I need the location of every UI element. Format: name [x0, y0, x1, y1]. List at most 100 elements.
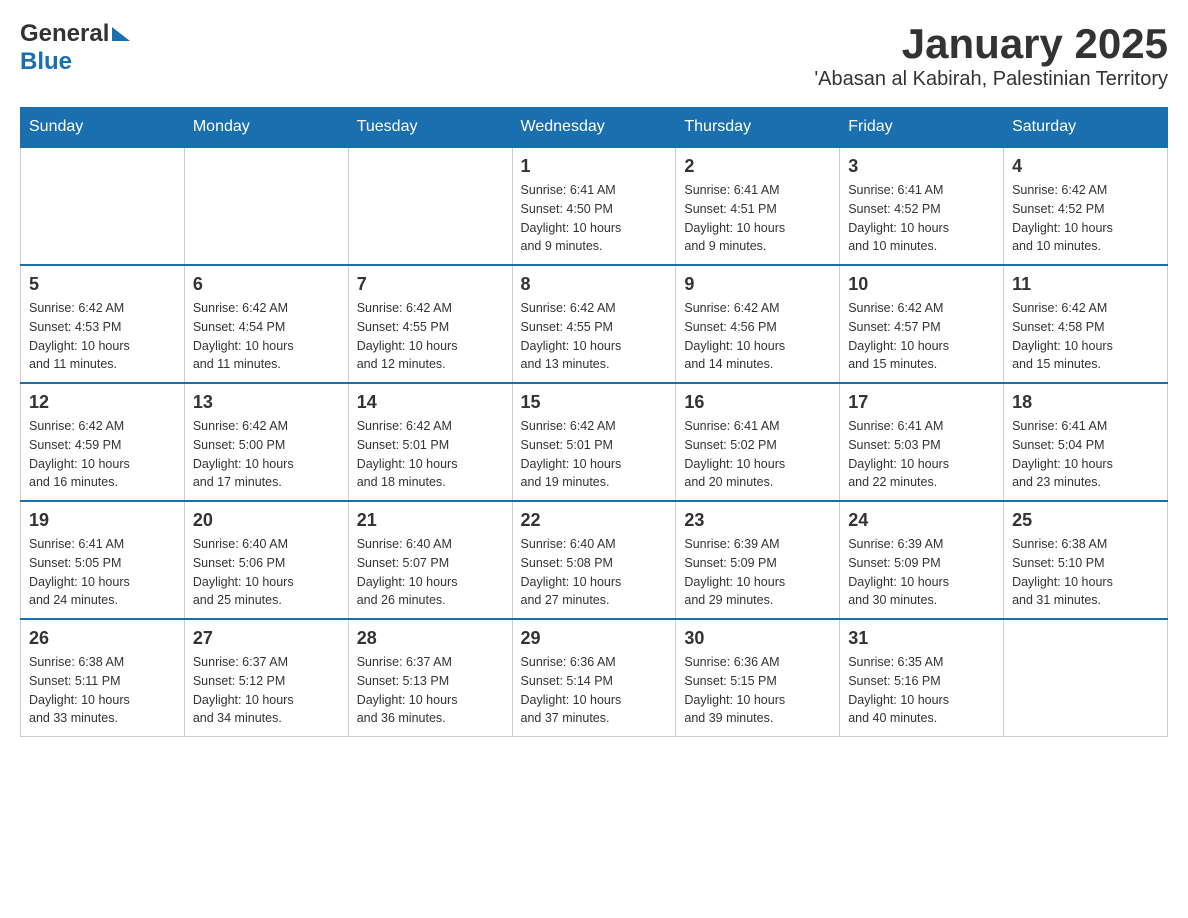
calendar-cell: 20 Sunrise: 6:40 AM Sunset: 5:06 PM Dayli…	[184, 501, 348, 619]
day-info: Sunrise: 6:39 AM Sunset: 5:09 PM Dayligh…	[848, 535, 995, 610]
logo-blue-text: Blue	[20, 48, 72, 75]
day-number: 23	[684, 510, 831, 531]
calendar-cell: 19Sunrise: 6:41 AM Sunset: 5:05 PM Dayli…	[21, 501, 185, 619]
calendar-cell: 9 Sunrise: 6:42 AM Sunset: 4:56 PM Daylig…	[676, 265, 840, 383]
day-info: Sunrise: 6:41 AM Sunset: 4:50 PM Dayligh…	[521, 181, 668, 256]
day-info: Sunrise: 6:42 AM Sunset: 4:57 PM Dayligh…	[848, 299, 995, 374]
day-header-monday: Monday	[184, 108, 348, 148]
day-info: Sunrise: 6:41 AM Sunset: 5:05 PM Dayligh…	[29, 535, 176, 610]
day-number: 3	[848, 156, 995, 177]
calendar-cell: 22Sunrise: 6:40 AM Sunset: 5:08 PM Dayli…	[512, 501, 676, 619]
logo-arrow-icon	[112, 27, 130, 41]
calendar-cell: 28Sunrise: 6:37 AM Sunset: 5:13 PM Dayli…	[348, 619, 512, 737]
day-info: Sunrise: 6:42 AM Sunset: 5:01 PM Dayligh…	[521, 417, 668, 492]
day-info: Sunrise: 6:41 AM Sunset: 5:03 PM Dayligh…	[848, 417, 995, 492]
calendar-cell: 6 Sunrise: 6:42 AM Sunset: 4:54 PM Daylig…	[184, 265, 348, 383]
day-info: Sunrise: 6:41 AM Sunset: 5:04 PM Dayligh…	[1012, 417, 1159, 492]
day-info: Sunrise: 6:41 AM Sunset: 4:51 PM Dayligh…	[684, 181, 831, 256]
day-number: 29	[521, 628, 668, 649]
day-header-saturday: Saturday	[1004, 108, 1168, 148]
calendar-table: SundayMondayTuesdayWednesdayThursdayFrid…	[20, 107, 1168, 737]
day-number: 20	[193, 510, 340, 531]
calendar-cell: 21 Sunrise: 6:40 AM Sunset: 5:07 PM Dayli…	[348, 501, 512, 619]
day-number: 10	[848, 274, 995, 295]
day-header-friday: Friday	[840, 108, 1004, 148]
day-info: Sunrise: 6:36 AM Sunset: 5:15 PM Dayligh…	[684, 653, 831, 728]
day-number: 31	[848, 628, 995, 649]
day-number: 8	[521, 274, 668, 295]
calendar-cell: 12 Sunrise: 6:42 AM Sunset: 4:59 PM Dayli…	[21, 383, 185, 501]
calendar-week-2: 5 Sunrise: 6:42 AM Sunset: 4:53 PM Daylig…	[21, 265, 1168, 383]
calendar-body: 1 Sunrise: 6:41 AM Sunset: 4:50 PM Daylig…	[21, 147, 1168, 737]
calendar-cell: 16 Sunrise: 6:41 AM Sunset: 5:02 PM Dayli…	[676, 383, 840, 501]
calendar-cell: 31 Sunrise: 6:35 AM Sunset: 5:16 PM Dayli…	[840, 619, 1004, 737]
calendar-cell: 13 Sunrise: 6:42 AM Sunset: 5:00 PM Dayli…	[184, 383, 348, 501]
day-number: 17	[848, 392, 995, 413]
day-info: Sunrise: 6:42 AM Sunset: 4:58 PM Dayligh…	[1012, 299, 1159, 374]
calendar-week-3: 12 Sunrise: 6:42 AM Sunset: 4:59 PM Dayli…	[21, 383, 1168, 501]
day-info: Sunrise: 6:42 AM Sunset: 5:01 PM Dayligh…	[357, 417, 504, 492]
day-number: 1	[521, 156, 668, 177]
calendar-subtitle: 'Abasan al Kabirah, Palestinian Territor…	[814, 68, 1168, 91]
day-number: 15	[521, 392, 668, 413]
day-number: 16	[684, 392, 831, 413]
day-number: 7	[357, 274, 504, 295]
calendar-header: SundayMondayTuesdayWednesdayThursdayFrid…	[21, 108, 1168, 148]
calendar-cell: 18Sunrise: 6:41 AM Sunset: 5:04 PM Dayli…	[1004, 383, 1168, 501]
day-info: Sunrise: 6:42 AM Sunset: 4:55 PM Dayligh…	[521, 299, 668, 374]
calendar-week-1: 1 Sunrise: 6:41 AM Sunset: 4:50 PM Daylig…	[21, 147, 1168, 265]
calendar-cell: 5 Sunrise: 6:42 AM Sunset: 4:53 PM Daylig…	[21, 265, 185, 383]
day-number: 13	[193, 392, 340, 413]
day-number: 11	[1012, 274, 1159, 295]
calendar-cell: 2Sunrise: 6:41 AM Sunset: 4:51 PM Daylig…	[676, 147, 840, 265]
day-info: Sunrise: 6:39 AM Sunset: 5:09 PM Dayligh…	[684, 535, 831, 610]
day-info: Sunrise: 6:35 AM Sunset: 5:16 PM Dayligh…	[848, 653, 995, 728]
calendar-week-4: 19Sunrise: 6:41 AM Sunset: 5:05 PM Dayli…	[21, 501, 1168, 619]
logo-general-text: General	[20, 20, 109, 48]
calendar-cell	[348, 147, 512, 265]
day-number: 12	[29, 392, 176, 413]
calendar-cell: 24Sunrise: 6:39 AM Sunset: 5:09 PM Dayli…	[840, 501, 1004, 619]
day-number: 9	[684, 274, 831, 295]
day-number: 14	[357, 392, 504, 413]
day-header-wednesday: Wednesday	[512, 108, 676, 148]
calendar-cell: 3 Sunrise: 6:41 AM Sunset: 4:52 PM Daylig…	[840, 147, 1004, 265]
day-header-thursday: Thursday	[676, 108, 840, 148]
calendar-week-5: 26Sunrise: 6:38 AM Sunset: 5:11 PM Dayli…	[21, 619, 1168, 737]
day-number: 21	[357, 510, 504, 531]
day-info: Sunrise: 6:38 AM Sunset: 5:11 PM Dayligh…	[29, 653, 176, 728]
day-info: Sunrise: 6:36 AM Sunset: 5:14 PM Dayligh…	[521, 653, 668, 728]
calendar-cell: 14 Sunrise: 6:42 AM Sunset: 5:01 PM Dayli…	[348, 383, 512, 501]
calendar-cell	[1004, 619, 1168, 737]
day-header-tuesday: Tuesday	[348, 108, 512, 148]
calendar-cell: 15 Sunrise: 6:42 AM Sunset: 5:01 PM Dayli…	[512, 383, 676, 501]
day-info: Sunrise: 6:42 AM Sunset: 5:00 PM Dayligh…	[193, 417, 340, 492]
day-number: 4	[1012, 156, 1159, 177]
day-info: Sunrise: 6:41 AM Sunset: 4:52 PM Dayligh…	[848, 181, 995, 256]
calendar-cell: 17 Sunrise: 6:41 AM Sunset: 5:03 PM Dayli…	[840, 383, 1004, 501]
day-number: 6	[193, 274, 340, 295]
page-header: General Blue January 2025 'Abasan al Kab…	[20, 20, 1168, 91]
day-info: Sunrise: 6:41 AM Sunset: 5:02 PM Dayligh…	[684, 417, 831, 492]
day-info: Sunrise: 6:37 AM Sunset: 5:13 PM Dayligh…	[357, 653, 504, 728]
day-info: Sunrise: 6:42 AM Sunset: 4:53 PM Dayligh…	[29, 299, 176, 374]
day-number: 27	[193, 628, 340, 649]
calendar-cell	[21, 147, 185, 265]
day-number: 5	[29, 274, 176, 295]
calendar-cell: 30 Sunrise: 6:36 AM Sunset: 5:15 PM Dayli…	[676, 619, 840, 737]
calendar-cell: 4Sunrise: 6:42 AM Sunset: 4:52 PM Daylig…	[1004, 147, 1168, 265]
day-info: Sunrise: 6:37 AM Sunset: 5:12 PM Dayligh…	[193, 653, 340, 728]
day-info: Sunrise: 6:42 AM Sunset: 4:59 PM Dayligh…	[29, 417, 176, 492]
day-info: Sunrise: 6:42 AM Sunset: 4:56 PM Dayligh…	[684, 299, 831, 374]
day-header-sunday: Sunday	[21, 108, 185, 148]
calendar-cell: 1 Sunrise: 6:41 AM Sunset: 4:50 PM Daylig…	[512, 147, 676, 265]
logo: General Blue	[20, 20, 130, 76]
day-info: Sunrise: 6:40 AM Sunset: 5:06 PM Dayligh…	[193, 535, 340, 610]
calendar-cell	[184, 147, 348, 265]
day-info: Sunrise: 6:40 AM Sunset: 5:07 PM Dayligh…	[357, 535, 504, 610]
title-section: January 2025 'Abasan al Kabirah, Palesti…	[814, 20, 1168, 91]
day-number: 30	[684, 628, 831, 649]
calendar-cell: 27 Sunrise: 6:37 AM Sunset: 5:12 PM Dayli…	[184, 619, 348, 737]
calendar-cell: 7Sunrise: 6:42 AM Sunset: 4:55 PM Daylig…	[348, 265, 512, 383]
day-info: Sunrise: 6:42 AM Sunset: 4:54 PM Dayligh…	[193, 299, 340, 374]
